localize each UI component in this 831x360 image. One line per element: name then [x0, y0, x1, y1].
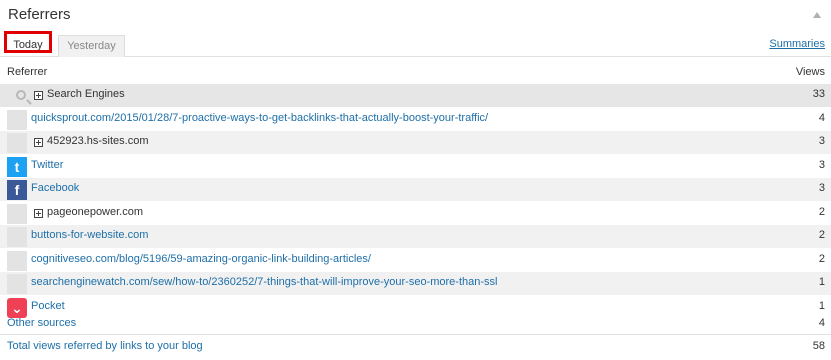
views-column-header: Views	[795, 66, 825, 78]
views-count: 2	[818, 229, 825, 241]
search-icon	[7, 86, 27, 106]
referrer-link[interactable]: buttons-for-website.com	[31, 229, 148, 241]
placeholder-icon	[7, 109, 27, 130]
table-row[interactable]: ⌄ Pocket 1	[0, 296, 831, 319]
widget-title: Referrers	[8, 6, 71, 23]
table-row[interactable]: 452923.hs-sites.com 3	[0, 131, 831, 155]
referrer-link[interactable]: cognitiveseo.com/blog/5196/59-amazing-or…	[31, 253, 371, 265]
referrer-label: 452923.hs-sites.com	[47, 135, 149, 147]
views-count: 1	[818, 299, 825, 312]
placeholder-icon	[7, 227, 27, 247]
table-row[interactable]: t Twitter 3	[0, 155, 831, 178]
tabs-bar: Today Yesterday Summaries	[0, 31, 831, 57]
referrer-label: pageonepower.com	[47, 205, 144, 218]
pocket-icon: ⌄	[7, 297, 27, 318]
summaries-link[interactable]: Summaries	[769, 38, 825, 50]
other-sources-link[interactable]: Other sources	[7, 317, 76, 329]
views-count: 3	[818, 182, 825, 194]
other-sources-views: 4	[818, 317, 825, 329]
referrer-label: Search Engines	[47, 88, 125, 100]
column-header: Referrer Views	[0, 62, 831, 82]
divider	[0, 334, 831, 335]
placeholder-icon	[7, 250, 27, 271]
table-row[interactable]: buttons-for-website.com 2	[0, 225, 831, 249]
views-count: 1	[818, 276, 825, 288]
table-row[interactable]: cognitiveseo.com/blog/5196/59-amazing-or…	[0, 249, 831, 272]
table-row[interactable]: pageonepower.com 2	[0, 202, 831, 225]
views-count: 4	[818, 111, 825, 124]
views-count: 33	[812, 88, 825, 100]
tab-today[interactable]: Today	[4, 31, 52, 53]
views-count: 2	[818, 205, 825, 218]
views-count: 3	[818, 135, 825, 147]
views-count: 3	[818, 158, 825, 171]
referrer-link[interactable]: Twitter	[31, 159, 63, 171]
table-row[interactable]: f Facebook 3	[0, 178, 831, 202]
table-row[interactable]: searchenginewatch.com/sew/how-to/2360252…	[0, 272, 831, 296]
referrer-column-header: Referrer	[7, 66, 48, 78]
plus-box-icon[interactable]	[34, 91, 43, 100]
referrer-link[interactable]: quicksprout.com/2015/01/28/7-proactive-w…	[31, 112, 488, 124]
twitter-icon: t	[7, 156, 27, 177]
placeholder-icon	[7, 203, 27, 224]
table-row[interactable]: Search Engines 33	[0, 84, 831, 108]
table-row[interactable]: quicksprout.com/2015/01/28/7-proactive-w…	[0, 108, 831, 131]
referrer-link[interactable]: searchenginewatch.com/sew/how-to/2360252…	[31, 276, 497, 288]
total-views-link[interactable]: Total views referred by links to your bl…	[7, 340, 203, 352]
plus-box-icon[interactable]	[34, 208, 43, 218]
referrers-widget: Referrers Today Yesterday Summaries Refe…	[0, 0, 831, 360]
facebook-icon: f	[7, 180, 27, 200]
views-count: 2	[818, 252, 825, 265]
referrers-list: Search Engines 33 quicksprout.com/2015/0…	[0, 84, 831, 319]
tab-yesterday[interactable]: Yesterday	[58, 35, 125, 57]
placeholder-icon	[7, 274, 27, 294]
collapse-arrow-icon[interactable]	[813, 12, 821, 18]
referrer-link[interactable]: Pocket	[31, 300, 65, 312]
referrer-link[interactable]: Facebook	[31, 182, 79, 194]
plus-box-icon[interactable]	[34, 138, 43, 147]
total-views-count: 58	[812, 340, 825, 352]
widget-header: Referrers	[0, 0, 831, 33]
placeholder-icon	[7, 133, 27, 153]
